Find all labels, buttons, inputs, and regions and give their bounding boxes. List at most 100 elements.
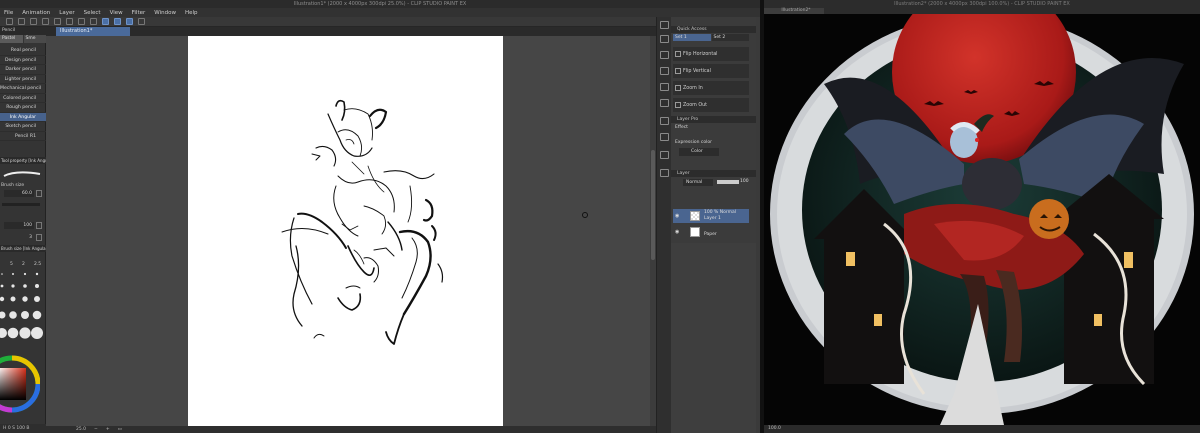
brush-item-darker-pencil[interactable]: Darker pencil bbox=[0, 65, 46, 75]
layer-opacity-slider[interactable] bbox=[717, 180, 739, 184]
layer-search-icon[interactable] bbox=[660, 133, 669, 141]
command-bar bbox=[0, 17, 656, 27]
brush-item-pencil-r1[interactable]: Pencil R1 bbox=[0, 132, 46, 141]
eye-icon[interactable]: ◉ bbox=[675, 229, 679, 235]
menu-layer[interactable]: Layer bbox=[59, 10, 74, 16]
fit-icon[interactable]: ▭ bbox=[118, 426, 122, 433]
color-wheel[interactable] bbox=[0, 346, 40, 416]
blend-mode-select[interactable]: Normal bbox=[683, 179, 713, 186]
clip-studio-window-final: Illustration2* (2000 x 4000px 300dpi 100… bbox=[764, 0, 1200, 433]
brush-size-value[interactable]: 60.0 bbox=[4, 190, 34, 197]
zoom-readout[interactable]: 25.0 bbox=[76, 426, 86, 433]
brush-item-mechanical-pencil[interactable]: Mechanical pencil bbox=[0, 84, 46, 94]
snap-icon[interactable] bbox=[138, 18, 145, 25]
qa-zoom-out[interactable]: Zoom Out bbox=[673, 98, 749, 113]
tool-property-title: Tool property [Ink Angular] bbox=[0, 157, 46, 164]
layer-row-paper[interactable]: ◉ Paper bbox=[673, 225, 749, 239]
quick-access-sets: Set 1 Set 2 bbox=[673, 34, 749, 41]
menu-file[interactable]: File bbox=[4, 10, 13, 16]
brush-size-stepper[interactable] bbox=[36, 190, 42, 197]
size-grid-labels: 5 2 2.5 bbox=[0, 262, 46, 270]
eye-icon[interactable]: ◉ bbox=[675, 213, 679, 219]
brush-stroke-preview bbox=[3, 171, 41, 177]
brush-list: Real pencil Design pencil Darker pencil … bbox=[0, 46, 46, 141]
tab-set-2[interactable]: Set 2 bbox=[711, 34, 749, 41]
opacity-stepper[interactable] bbox=[36, 222, 42, 229]
expression-color-select[interactable]: Color bbox=[679, 148, 719, 156]
size-label-2-5: 2.5 bbox=[34, 262, 42, 267]
brush-size-row: Brush size bbox=[1, 181, 43, 190]
menu-help[interactable]: Help bbox=[185, 10, 198, 16]
qa-flip-horizontal[interactable]: Flip Horizontal bbox=[673, 47, 749, 62]
opacity-value[interactable]: 100 bbox=[4, 222, 34, 229]
menu-filter[interactable]: Filter bbox=[132, 10, 146, 16]
tab-sme[interactable]: Sme bbox=[23, 35, 46, 43]
deselect-icon[interactable] bbox=[90, 18, 97, 25]
material-icon[interactable] bbox=[660, 67, 669, 75]
auto-action-icon[interactable] bbox=[660, 151, 669, 159]
material-pattern-icon[interactable] bbox=[660, 83, 669, 91]
qa-zoom-in[interactable]: Zoom In bbox=[673, 81, 749, 96]
canvas-paper[interactable] bbox=[188, 36, 503, 428]
canvas-scroll-thumb[interactable] bbox=[651, 150, 655, 260]
character-sketch bbox=[281, 99, 444, 345]
layer-opacity-value[interactable]: 100 bbox=[740, 179, 749, 184]
layer-row-layer-1[interactable]: ◉ 100 % Normal Layer 1 bbox=[673, 209, 749, 223]
menu-select[interactable]: Select bbox=[84, 10, 101, 16]
new-file-icon[interactable] bbox=[6, 18, 13, 25]
quick-access-title: Quick Access bbox=[671, 26, 756, 33]
brush-item-rough-pencil[interactable]: Rough pencil bbox=[0, 103, 46, 113]
layer-property-title: Layer Pro bbox=[671, 116, 756, 123]
brush-item-lighter-pencil[interactable]: Lighter pencil bbox=[0, 75, 46, 84]
item-bank-icon[interactable] bbox=[660, 169, 669, 177]
tab-pastel[interactable]: Pastel bbox=[0, 35, 23, 43]
navigator-icon[interactable] bbox=[660, 21, 669, 29]
layer-panel-title: Layer bbox=[671, 170, 756, 177]
history-icon[interactable] bbox=[660, 117, 669, 125]
brush-item-ink-angular[interactable]: Ink Angular bbox=[0, 112, 46, 122]
final-zoom-readout[interactable]: 100.0 bbox=[768, 426, 781, 431]
brush-tool-icon[interactable] bbox=[126, 18, 133, 25]
sub-view-icon[interactable] bbox=[660, 35, 669, 43]
redo-icon[interactable] bbox=[54, 18, 61, 25]
menu-animation[interactable]: Animation bbox=[22, 10, 50, 16]
layer-1-mode: 100 % Normal bbox=[704, 210, 737, 215]
menu-view[interactable]: View bbox=[110, 10, 123, 16]
brush-size-grid[interactable] bbox=[0, 271, 46, 357]
qa-flip-vertical-label: Flip Vertical bbox=[683, 69, 711, 74]
zoom-out-icon[interactable]: − bbox=[94, 426, 98, 433]
quick-access-icon[interactable] bbox=[660, 51, 669, 59]
stabilization-stepper[interactable] bbox=[36, 234, 42, 241]
qa-flip-vertical[interactable]: Flip Vertical bbox=[673, 64, 749, 79]
zoom-in-icon[interactable]: + bbox=[106, 426, 110, 433]
menu-bar: File Animation Layer Select View Filter … bbox=[0, 8, 760, 17]
finished-illustration[interactable] bbox=[764, 14, 1200, 425]
clear-icon[interactable] bbox=[66, 18, 73, 25]
window-title: Illustration1* (2000 x 4000px 300dpi 25.… bbox=[0, 0, 760, 8]
document-tab-strip: Illustration1* bbox=[46, 27, 656, 36]
brush-item-design-pencil[interactable]: Design pencil bbox=[0, 56, 46, 65]
brush-cursor bbox=[582, 212, 588, 218]
layer-thumbnail bbox=[690, 211, 700, 221]
material-image-icon[interactable] bbox=[660, 99, 669, 107]
clip-studio-window-sketch: Illustration1* (2000 x 4000px 300dpi 25.… bbox=[0, 0, 760, 433]
pencil-tool-icon[interactable] bbox=[114, 18, 121, 25]
menu-window[interactable]: Window bbox=[154, 10, 176, 16]
pen-tool-icon[interactable] bbox=[102, 18, 109, 25]
tab-illustration1[interactable]: Illustration1* bbox=[56, 27, 130, 36]
stabilization-value[interactable]: 3 bbox=[4, 234, 34, 241]
open-icon[interactable] bbox=[18, 18, 25, 25]
window-title-final: Illustration2* (2000 x 4000px 300dpi 100… bbox=[764, 0, 1200, 14]
brush-item-sketch-pencil[interactable]: Sketch pencil bbox=[0, 122, 46, 132]
undo-icon[interactable] bbox=[42, 18, 49, 25]
brush-item-real-pencil[interactable]: Real pencil bbox=[0, 46, 46, 56]
brush-size-slider[interactable] bbox=[2, 203, 40, 206]
tab-set-1[interactable]: Set 1 bbox=[673, 34, 711, 41]
brush-item-colored-pencil[interactable]: Colored pencil bbox=[0, 94, 46, 103]
effect-label: Effect bbox=[675, 125, 688, 130]
zoom-out-icon bbox=[675, 102, 681, 108]
brush-size-label: Brush size bbox=[1, 183, 25, 188]
save-icon[interactable] bbox=[30, 18, 37, 25]
qa-flip-horizontal-label: Flip Horizontal bbox=[683, 52, 718, 57]
transform-icon[interactable] bbox=[78, 18, 85, 25]
